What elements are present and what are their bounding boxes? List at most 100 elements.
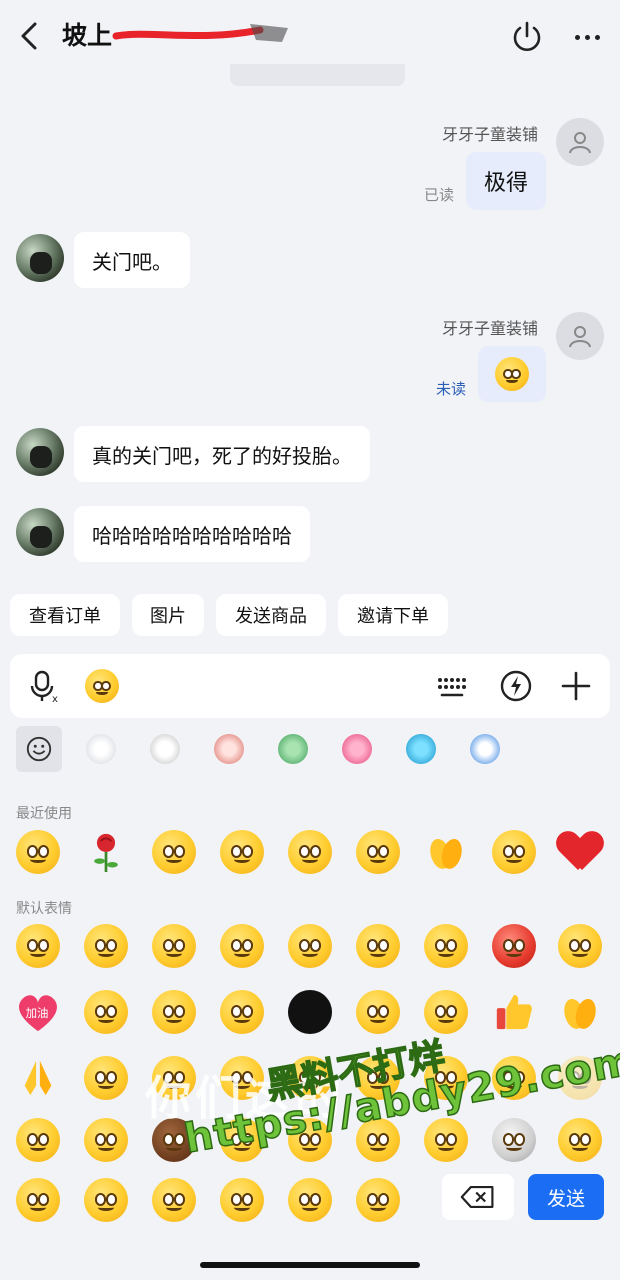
emoji-row: 加油	[0, 988, 620, 1048]
message-bubble[interactable]: 关门吧。	[74, 232, 190, 288]
read-status: 已读	[424, 186, 455, 204]
emoji-angry[interactable]	[490, 922, 538, 970]
tab-sticker-2[interactable]	[142, 726, 188, 772]
emoji-smile[interactable]	[14, 828, 62, 876]
recent-label: 最近使用	[16, 806, 72, 822]
emoji-worried[interactable]	[82, 1176, 130, 1224]
emoji-love-letter[interactable]	[14, 1116, 62, 1164]
emoji-thinking[interactable]	[422, 988, 470, 1036]
send-button[interactable]: 发送	[528, 1174, 604, 1220]
emoji-heart[interactable]	[556, 828, 604, 876]
tab-sticker-4[interactable]	[270, 726, 316, 772]
emoji-icon[interactable]	[84, 668, 120, 704]
emoji-pray[interactable]	[14, 1054, 62, 1102]
tab-sticker-3[interactable]	[206, 726, 252, 772]
customer-avatar[interactable]	[16, 428, 64, 476]
shop-avatar[interactable]	[556, 118, 604, 166]
user-icon	[569, 132, 591, 154]
emoji-yawn[interactable]	[490, 828, 538, 876]
customer-avatar[interactable]	[16, 508, 64, 556]
emoji-smile[interactable]	[354, 1054, 402, 1102]
emoji-surprised[interactable]	[556, 1116, 604, 1164]
tab-sticker-6[interactable]	[398, 726, 444, 772]
emoji-hug[interactable]	[354, 828, 402, 876]
emoji-row	[0, 1176, 620, 1236]
back-button[interactable]	[14, 18, 44, 54]
smile-emoji	[495, 357, 529, 391]
emoji-sweat[interactable]	[354, 1176, 402, 1224]
home-indicator	[200, 1262, 420, 1268]
emoji-shy[interactable]	[422, 1116, 470, 1164]
sticker-tabs	[0, 722, 620, 778]
emoji-rose[interactable]	[82, 828, 130, 876]
emoji-silenced[interactable]	[354, 988, 402, 1036]
emoji-cool-face[interactable]	[82, 1116, 130, 1164]
emoji-skeptical[interactable]	[218, 1176, 266, 1224]
emoji-doubt[interactable]	[150, 1176, 198, 1224]
emoji-kiss[interactable]	[286, 922, 334, 970]
message-bubble[interactable]	[478, 346, 546, 402]
emoji-tongue[interactable]	[150, 988, 198, 1036]
invite-order-button[interactable]: 邀请下单	[338, 594, 448, 636]
tab-sticker-1[interactable]	[78, 726, 124, 772]
emoji-smile[interactable]	[422, 1054, 470, 1102]
send-product-button[interactable]: 发送商品	[216, 594, 326, 636]
system-notice	[230, 64, 405, 86]
voice-input-icon[interactable]: x	[26, 668, 62, 704]
sender-name: 牙牙子童装铺	[442, 319, 539, 338]
emoji-smile[interactable]	[14, 922, 62, 970]
more-dots-icon[interactable]	[570, 22, 604, 52]
emoji-heart-eyes[interactable]	[82, 922, 130, 970]
emoji-smile[interactable]	[490, 1054, 538, 1102]
backspace-icon	[460, 1186, 494, 1208]
image-button[interactable]: 图片	[132, 594, 204, 636]
emoji-cry[interactable]	[354, 922, 402, 970]
chevron-left-icon	[21, 22, 37, 50]
emoji-row	[0, 922, 620, 982]
emoji-thumbs-up[interactable]	[490, 988, 538, 1036]
emoji-cry[interactable]	[150, 828, 198, 876]
emoji-sparkle[interactable]	[556, 1054, 604, 1102]
emoji-jiayou-heart[interactable]: 加油	[14, 988, 62, 1036]
emoji-clap[interactable]	[422, 828, 470, 876]
emoji-laugh-cry[interactable]	[218, 828, 266, 876]
svg-text:加油: 加油	[26, 1006, 49, 1020]
unread-status: 未读	[436, 380, 467, 398]
emoji-dizzy[interactable]	[286, 828, 334, 876]
customer-avatar[interactable]	[16, 234, 64, 282]
emoji-dizzy-eyes[interactable]	[218, 988, 266, 1036]
sender-name: 牙牙子童装铺	[442, 125, 539, 144]
power-icon[interactable]	[510, 20, 544, 54]
tab-sticker-5[interactable]	[334, 726, 380, 772]
emoji-laugh-cry[interactable]	[286, 1176, 334, 1224]
emoji-smirk[interactable]	[218, 922, 266, 970]
emoji-grin[interactable]	[556, 922, 604, 970]
quick-reply-icon[interactable]	[498, 668, 534, 704]
message-bubble[interactable]: 哈哈哈哈哈哈哈哈哈哈	[74, 506, 310, 562]
message-bubble[interactable]: 极得	[466, 152, 546, 210]
emoji-black-blob[interactable]	[286, 988, 334, 1036]
view-order-button[interactable]: 查看订单	[10, 594, 120, 636]
shop-avatar[interactable]	[556, 312, 604, 360]
emoji-laugh-cry[interactable]	[422, 922, 470, 970]
emoji-surprised[interactable]	[150, 922, 198, 970]
emoji-clap[interactable]	[556, 988, 604, 1036]
message-bubble[interactable]: 真的关门吧，死了的好投胎。	[74, 426, 370, 482]
keyboard-icon[interactable]	[434, 670, 470, 702]
redaction-scribble	[112, 24, 288, 42]
emoji-shocked-gray[interactable]	[490, 1116, 538, 1164]
emoji-oops[interactable]	[14, 1176, 62, 1224]
svg-text:x: x	[52, 694, 58, 704]
user-icon	[569, 326, 591, 348]
backspace-button[interactable]	[442, 1174, 514, 1220]
emoji-hug[interactable]	[82, 1054, 130, 1102]
default-label: 默认表情	[16, 901, 72, 917]
message-input-bar[interactable]: x	[10, 654, 610, 718]
emoji-sunglasses[interactable]	[354, 1116, 402, 1164]
emoji-content[interactable]	[82, 988, 130, 1036]
plus-icon[interactable]	[558, 668, 594, 704]
chat-header: 坡上	[0, 0, 620, 72]
chat-title: 坡上	[62, 21, 113, 50]
tab-sticker-7[interactable]	[462, 726, 508, 772]
tab-emoji[interactable]	[16, 726, 62, 772]
